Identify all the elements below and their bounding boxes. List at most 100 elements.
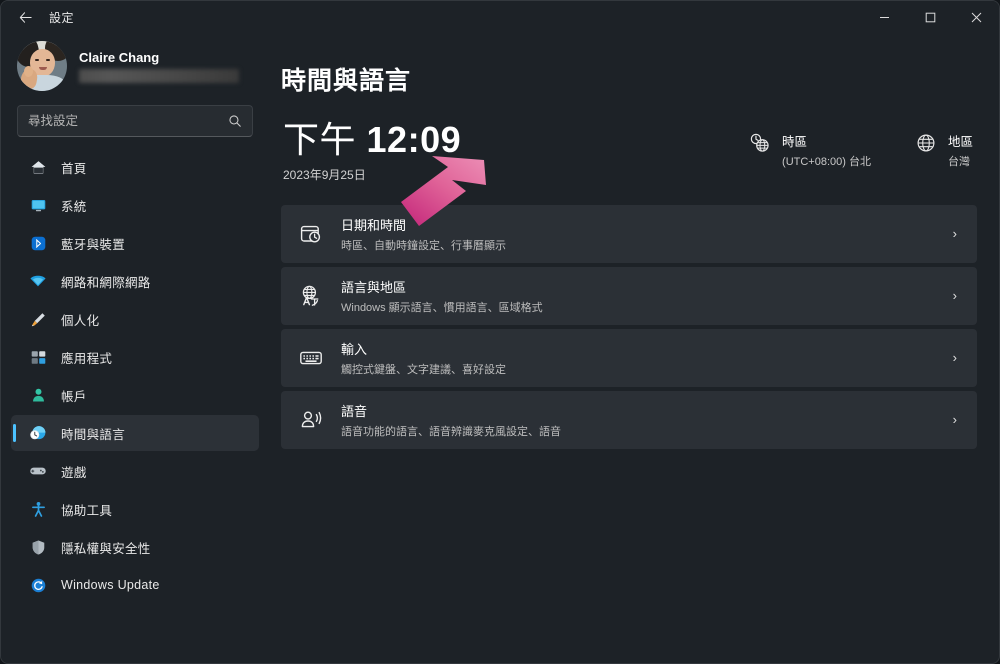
card-text: 語音 語音功能的語言、語音辨識麥克風設定、語音 bbox=[341, 401, 935, 439]
sidebar-item-windows-update[interactable]: Windows Update bbox=[11, 567, 259, 603]
timezone-text: 時區 (UTC+08:00) 台北 bbox=[782, 131, 871, 169]
clock-row: 下午 12:09 2023年9月25日 時區 (UTC+08:00) 台北 地區… bbox=[281, 121, 977, 183]
settings-card-date-and-time[interactable]: 日期和時間 時區、自動時鐘設定、行事曆顯示 › bbox=[281, 204, 977, 263]
sidebar-item-label: 遊戲 bbox=[61, 465, 87, 480]
locale-info: 時區 (UTC+08:00) 台北 地區 台灣 bbox=[749, 121, 977, 169]
minimize-icon bbox=[879, 16, 889, 18]
system-monitor-icon bbox=[29, 196, 47, 214]
timezone-value: (UTC+08:00) 台北 bbox=[782, 156, 871, 168]
sidebar-item-label: 協助工具 bbox=[61, 503, 113, 518]
back-button[interactable] bbox=[9, 1, 41, 33]
update-refresh-icon bbox=[29, 576, 47, 594]
title-bar: 設定 bbox=[1, 1, 999, 33]
sidebar-item-privacy-security[interactable]: 隱私權與安全性 bbox=[11, 529, 259, 565]
language-globe-icon bbox=[299, 284, 323, 308]
sidebar-item-bluetooth[interactable]: 藍牙與裝置 bbox=[11, 225, 259, 261]
clock-globe-icon bbox=[29, 424, 47, 442]
sidebar-item-accessibility[interactable]: 協助工具 bbox=[11, 491, 259, 527]
sidebar-item-label: 系統 bbox=[61, 199, 87, 214]
sidebar-item-label: 隱私權與安全性 bbox=[61, 541, 151, 556]
search-box[interactable] bbox=[17, 105, 253, 137]
window-body: Claire Chang 首頁 bbox=[1, 33, 999, 663]
sidebar-item-label: 應用程式 bbox=[61, 351, 113, 366]
sidebar-item-network[interactable]: 網路和網際網路 bbox=[11, 263, 259, 299]
accessibility-icon bbox=[29, 500, 47, 518]
close-icon bbox=[971, 12, 981, 22]
sidebar-nav: 首頁 系統 藍牙與裝置 網路和網際網路 個人化 應用程式 帳戶 時間與語言 遊戲… bbox=[11, 147, 259, 663]
maximize-icon bbox=[925, 12, 935, 22]
account-person-icon bbox=[29, 386, 47, 404]
chevron-right-icon[interactable]: › bbox=[953, 412, 961, 427]
keyboard-icon bbox=[299, 346, 323, 370]
user-profile[interactable]: Claire Chang bbox=[11, 33, 259, 101]
apps-grid-icon bbox=[29, 348, 47, 366]
close-button[interactable] bbox=[953, 1, 999, 33]
speech-icon bbox=[299, 408, 323, 432]
sidebar-item-gaming[interactable]: 遊戲 bbox=[11, 453, 259, 489]
timezone-label: 時區 bbox=[782, 135, 808, 149]
card-text: 輸入 觸控式鍵盤、文字建議、喜好設定 bbox=[341, 339, 935, 377]
sidebar-item-label: 個人化 bbox=[61, 313, 100, 328]
bluetooth-icon bbox=[29, 234, 47, 252]
sidebar-item-time-and-language[interactable]: 時間與語言 bbox=[11, 415, 259, 451]
region-value: 台灣 bbox=[947, 156, 970, 168]
clock-globe-icon bbox=[749, 132, 771, 154]
window-controls bbox=[861, 1, 999, 33]
sidebar-item-label: 帳戶 bbox=[61, 389, 87, 404]
region-info: 地區 台灣 bbox=[915, 131, 973, 169]
card-subtitle: 時區、自動時鐘設定、行事曆顯示 bbox=[341, 239, 506, 252]
calendar-clock-icon bbox=[299, 222, 323, 246]
card-title: 語音 bbox=[341, 403, 368, 419]
search-icon[interactable] bbox=[228, 114, 242, 128]
card-title: 日期和時間 bbox=[341, 217, 407, 233]
timezone-info: 時區 (UTC+08:00) 台北 bbox=[749, 131, 871, 169]
card-text: 語言與地區 Windows 顯示語言、慣用語言、區域格式 bbox=[341, 277, 935, 315]
back-arrow-icon bbox=[19, 11, 32, 23]
sidebar-item-personalization[interactable]: 個人化 bbox=[11, 301, 259, 337]
settings-cards: 日期和時間 時區、自動時鐘設定、行事曆顯示 › 語言與地區 Windows 顯示… bbox=[281, 204, 977, 449]
sidebar-item-label: Windows Update bbox=[61, 578, 160, 592]
sidebar-item-home[interactable]: 首頁 bbox=[11, 149, 259, 185]
current-date: 2023年9月25日 bbox=[283, 167, 366, 182]
sidebar-item-label: 網路和網際網路 bbox=[61, 275, 151, 290]
profile-text: Claire Chang bbox=[79, 50, 239, 83]
search-input[interactable] bbox=[28, 114, 228, 128]
region-label: 地區 bbox=[947, 135, 973, 149]
search-wrapper bbox=[11, 101, 259, 147]
card-title: 語言與地區 bbox=[341, 279, 407, 295]
sidebar-item-accounts[interactable]: 帳戶 bbox=[11, 377, 259, 413]
sidebar: Claire Chang 首頁 bbox=[1, 33, 269, 663]
card-subtitle: 觸控式鍵盤、文字建議、喜好設定 bbox=[341, 363, 506, 376]
sidebar-item-label: 藍牙與裝置 bbox=[61, 237, 126, 252]
settings-card-speech[interactable]: 語音 語音功能的語言、語音辨識麥克風設定、語音 › bbox=[281, 390, 977, 449]
minimize-button[interactable] bbox=[861, 1, 907, 33]
card-subtitle: Windows 顯示語言、慣用語言、區域格式 bbox=[341, 301, 543, 314]
sidebar-item-apps[interactable]: 應用程式 bbox=[11, 339, 259, 375]
sidebar-item-label: 時間與語言 bbox=[61, 427, 126, 442]
maximize-button[interactable] bbox=[907, 1, 953, 33]
paintbrush-icon bbox=[29, 310, 47, 328]
globe-icon bbox=[915, 132, 937, 154]
chevron-right-icon[interactable]: › bbox=[953, 350, 961, 365]
settings-card-typing[interactable]: 輸入 觸控式鍵盤、文字建議、喜好設定 › bbox=[281, 328, 977, 387]
profile-name: Claire Chang bbox=[79, 49, 160, 65]
app-title: 設定 bbox=[49, 10, 75, 25]
profile-email-redacted bbox=[79, 68, 239, 83]
settings-card-language-and-region[interactable]: 語言與地區 Windows 顯示語言、慣用語言、區域格式 › bbox=[281, 266, 977, 325]
page-title: 時間與語言 bbox=[281, 67, 412, 95]
chevron-right-icon[interactable]: › bbox=[953, 288, 961, 303]
current-time: 下午 12:09 bbox=[283, 121, 461, 159]
home-icon bbox=[29, 158, 47, 176]
time-ampm: 下午 bbox=[283, 119, 357, 160]
card-title: 輸入 bbox=[341, 341, 368, 357]
chevron-right-icon[interactable]: › bbox=[953, 226, 961, 241]
main-content: 時間與語言 下午 12:09 2023年9月25日 時區 (UTC+08:00)… bbox=[269, 33, 999, 663]
sidebar-item-label: 首頁 bbox=[61, 161, 87, 176]
card-subtitle: 語音功能的語言、語音辨識麥克風設定、語音 bbox=[341, 425, 561, 438]
sidebar-item-system[interactable]: 系統 bbox=[11, 187, 259, 223]
wifi-icon bbox=[29, 272, 47, 290]
region-text: 地區 台灣 bbox=[948, 131, 973, 169]
gamepad-icon bbox=[29, 462, 47, 480]
settings-window: 設定 Claire Chang 尋找設定 首頁 系統 藍牙與裝置 網路和網際網路… bbox=[0, 0, 1000, 664]
avatar bbox=[17, 41, 67, 91]
